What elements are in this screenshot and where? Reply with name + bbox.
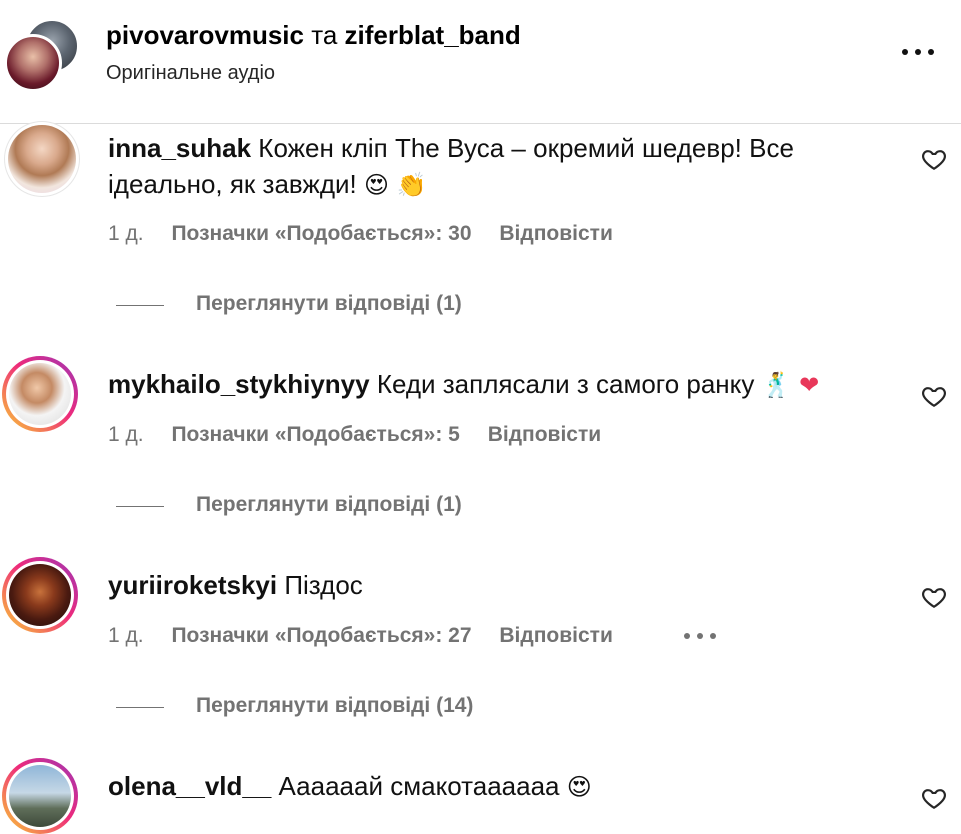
comment-meta: 1 д. Позначки «Подобається»: 27 Відповіс…: [108, 624, 613, 648]
replies-line: [116, 707, 164, 708]
collab-avatars[interactable]: [4, 16, 80, 92]
comment-body: Кеди заплясали з самого ранку: [376, 369, 755, 399]
author-connector: та: [311, 20, 338, 50]
comment-text: mykhailo_stykhiynyy Кеди заплясали з сам…: [108, 366, 898, 403]
author-link-2[interactable]: ziferblat_band: [345, 20, 521, 50]
avatar-pivovarovmusic[interactable]: [4, 34, 62, 92]
comment-avatar[interactable]: [2, 557, 78, 633]
comment-username[interactable]: olena__vld__: [108, 771, 271, 801]
comment-username[interactable]: inna_suhak: [108, 133, 251, 163]
comment-body: Піздос: [284, 570, 363, 600]
comment-time: 1 д.: [108, 222, 144, 245]
post-authors: pivovarovmusic та ziferblat_band: [106, 20, 521, 51]
comment-emoji: 😍 👏: [363, 171, 427, 199]
comment-avatar[interactable]: [2, 758, 78, 834]
replies-line: [116, 506, 164, 507]
post-header: pivovarovmusic та ziferblat_band Оригіна…: [0, 0, 961, 123]
comment-meta: 1 д. Позначки «Подобається»: 5 Відповіст…: [108, 423, 601, 447]
header-divider: [0, 123, 961, 124]
view-replies-label: Переглянути відповіді (1): [196, 292, 462, 315]
reply-button[interactable]: Відповісти: [499, 222, 612, 245]
comment-emoji: 🕺 ❤: [761, 371, 820, 399]
reply-button[interactable]: Відповісти: [499, 624, 612, 647]
replies-line: [116, 305, 164, 306]
comment-time: 1 д.: [108, 423, 144, 446]
more-options-icon[interactable]: [898, 38, 938, 66]
comment-text: yuriiroketskyi Піздос: [108, 567, 898, 603]
like-heart-icon[interactable]: [920, 383, 948, 409]
view-replies-label: Переглянути відповіді (1): [196, 493, 462, 516]
comment-text: olena__vld__ Аааааай смакотаааааа 😍: [108, 768, 898, 805]
view-replies-label: Переглянути відповіді (14): [196, 694, 474, 717]
comment-emoji: 😍: [566, 773, 592, 801]
author-link-1[interactable]: pivovarovmusic: [106, 20, 304, 50]
comment-avatar[interactable]: [4, 121, 80, 197]
comment-avatar[interactable]: [2, 356, 78, 432]
reply-button[interactable]: Відповісти: [488, 423, 601, 446]
comment-likes[interactable]: Позначки «Подобається»: 30: [171, 222, 471, 245]
comment-meta: 1 д. Позначки «Подобається»: 30 Відповіс…: [108, 222, 613, 246]
comment-username[interactable]: yuriiroketskyi: [108, 570, 277, 600]
comment-text: inna_suhak Кожен кліп The Вуса – окремий…: [108, 130, 898, 203]
comment-time: 1 д.: [108, 624, 144, 647]
like-heart-icon[interactable]: [920, 146, 948, 172]
comment-likes[interactable]: Позначки «Подобається»: 27: [171, 624, 471, 647]
comment-body: Аааааай смакотаааааа: [278, 771, 560, 801]
comment-likes[interactable]: Позначки «Подобається»: 5: [171, 423, 459, 446]
comment-username[interactable]: mykhailo_stykhiynyy: [108, 369, 370, 399]
like-heart-icon[interactable]: [920, 785, 948, 811]
audio-link[interactable]: Оригінальне аудіо: [106, 62, 275, 85]
comment-more-icon[interactable]: [684, 630, 716, 642]
like-heart-icon[interactable]: [920, 584, 948, 610]
